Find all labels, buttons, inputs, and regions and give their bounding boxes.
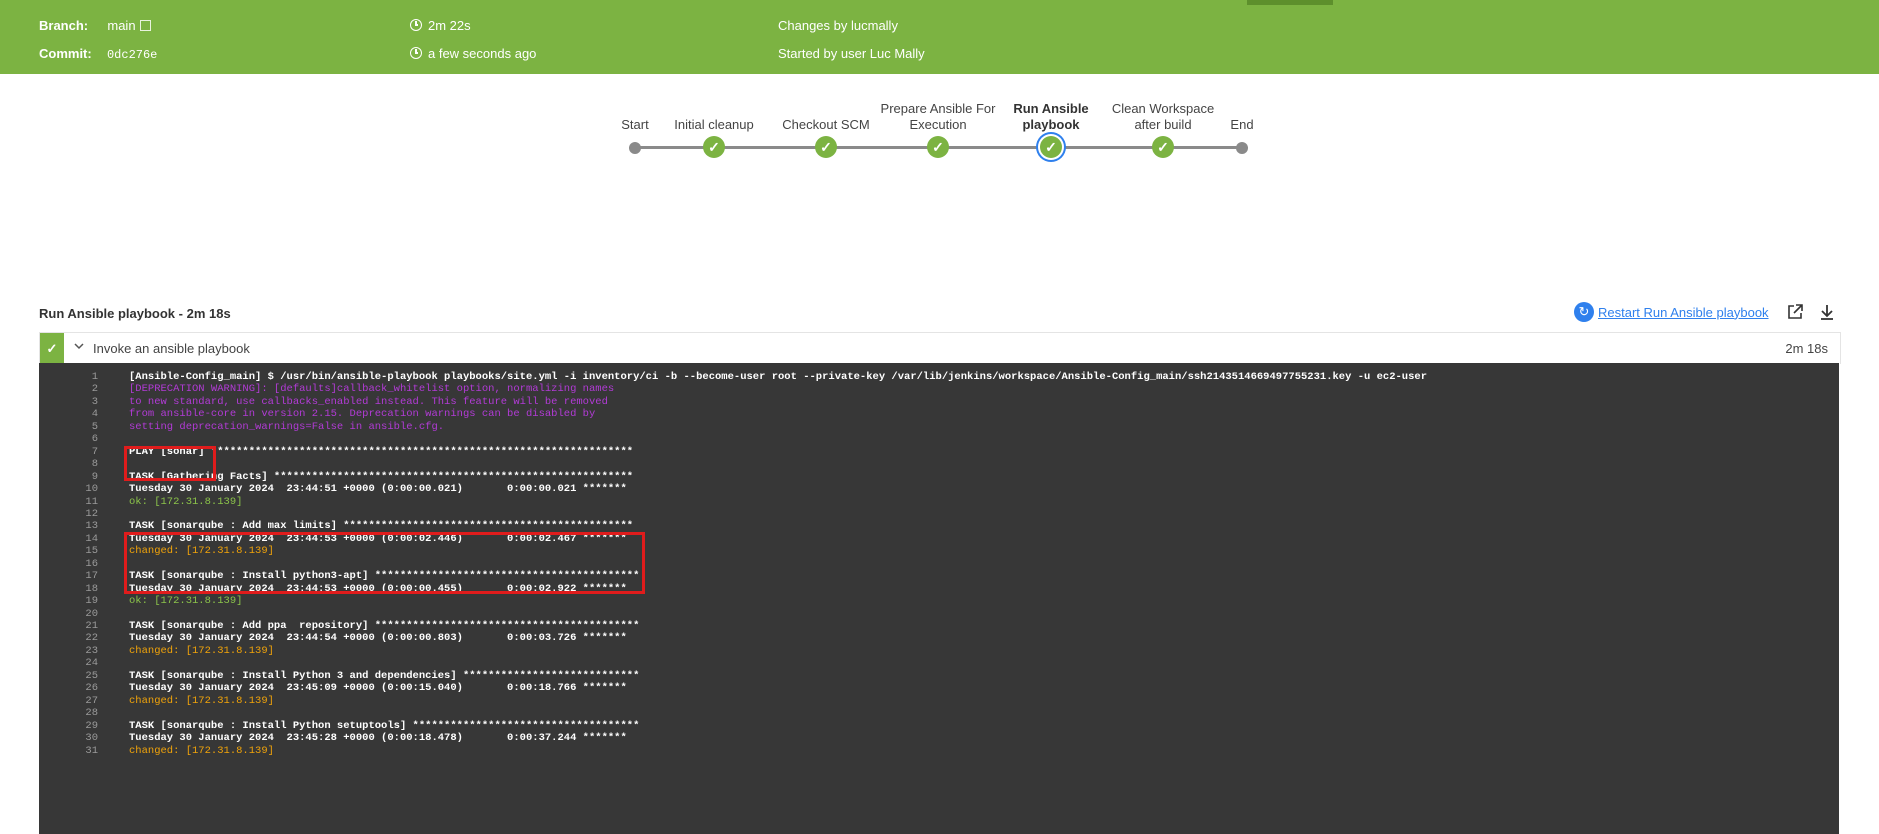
stage-label-run-ansible[interactable]: Run Ansible playbook bbox=[1006, 101, 1096, 133]
external-link-icon[interactable] bbox=[139, 20, 151, 31]
chevron-down-icon[interactable] bbox=[74, 340, 84, 354]
stage-node-run-ansible[interactable]: ✓ bbox=[1040, 136, 1062, 158]
stage-node-prepare-ansible[interactable]: ✓ bbox=[927, 136, 949, 158]
check-icon: ✓ bbox=[1045, 138, 1057, 155]
check-icon: ✓ bbox=[932, 138, 944, 155]
stage-label-initial-cleanup[interactable]: Initial cleanup bbox=[660, 117, 768, 133]
time-ago-value: a few seconds ago bbox=[428, 46, 537, 61]
changes-text: Changes by lucmally bbox=[778, 18, 898, 33]
pipeline-connector bbox=[635, 146, 835, 149]
stage-node-start bbox=[629, 142, 641, 154]
stage-detail-title: Run Ansible playbook - 2m 18s bbox=[39, 306, 231, 321]
line-text: changed: [172.31.8.139] bbox=[129, 744, 274, 757]
branch-link[interactable]: main bbox=[107, 18, 135, 33]
restart-stage-label[interactable]: Restart Run Ansible playbook bbox=[1598, 305, 1769, 320]
stage-node-checkout-scm[interactable]: ✓ bbox=[815, 136, 837, 158]
stage-label-end: End bbox=[1230, 117, 1254, 132]
time-ago-row: a few seconds ago bbox=[410, 46, 536, 62]
download-icon[interactable] bbox=[1818, 303, 1836, 326]
restart-stage-button[interactable]: ↻ Restart Run Ansible playbook bbox=[1574, 302, 1769, 322]
branch-row: Branch: main bbox=[39, 18, 151, 34]
check-icon: ✓ bbox=[1157, 138, 1169, 155]
console-log[interactable]: 1 [Ansible-Config_main] $ /usr/bin/ansibl… bbox=[39, 363, 1839, 834]
header-accent bbox=[1247, 0, 1333, 5]
highlight-box bbox=[124, 446, 216, 481]
commit-hash[interactable]: 0dc276e bbox=[107, 48, 157, 62]
pipeline-connector bbox=[835, 146, 1243, 149]
branch-label: Branch: bbox=[39, 18, 89, 33]
duration-row: 2m 22s bbox=[410, 18, 471, 34]
commit-label: Commit: bbox=[39, 46, 92, 61]
commit-row: Commit: 0dc276e bbox=[39, 46, 157, 63]
clock-icon bbox=[410, 47, 422, 59]
duration-value: 2m 22s bbox=[428, 18, 471, 33]
stage-node-end bbox=[1236, 142, 1248, 154]
highlight-box bbox=[124, 532, 645, 594]
line-number[interactable]: 31 bbox=[39, 744, 98, 759]
step-row[interactable]: ✓ Invoke an ansible playbook 2m 18s bbox=[39, 332, 1841, 364]
open-external-icon[interactable] bbox=[1786, 303, 1804, 326]
run-summary-bar: Branch: main Commit: 0dc276e 2m 22s a fe… bbox=[0, 0, 1879, 74]
timer-icon bbox=[410, 19, 422, 31]
console-line: 31 changed: [172.31.8.139] bbox=[39, 744, 1839, 759]
stage-label-prepare-ansible[interactable]: Prepare Ansible For Execution bbox=[878, 101, 998, 133]
stage-node-initial-cleanup[interactable]: ✓ bbox=[703, 136, 725, 158]
stage-label-checkout-scm[interactable]: Checkout SCM bbox=[771, 117, 881, 133]
restart-icon: ↻ bbox=[1574, 302, 1594, 322]
stage-node-clean-workspace[interactable]: ✓ bbox=[1152, 136, 1174, 158]
stage-label-clean-workspace[interactable]: Clean Workspace after build bbox=[1104, 101, 1222, 133]
check-icon: ✓ bbox=[708, 138, 720, 155]
step-duration: 2m 18s bbox=[1785, 341, 1828, 356]
check-icon: ✓ bbox=[820, 138, 832, 155]
started-by-text: Started by user Luc Mally bbox=[778, 46, 925, 61]
check-icon: ✓ bbox=[40, 333, 64, 364]
step-label[interactable]: Invoke an ansible playbook bbox=[93, 341, 250, 356]
